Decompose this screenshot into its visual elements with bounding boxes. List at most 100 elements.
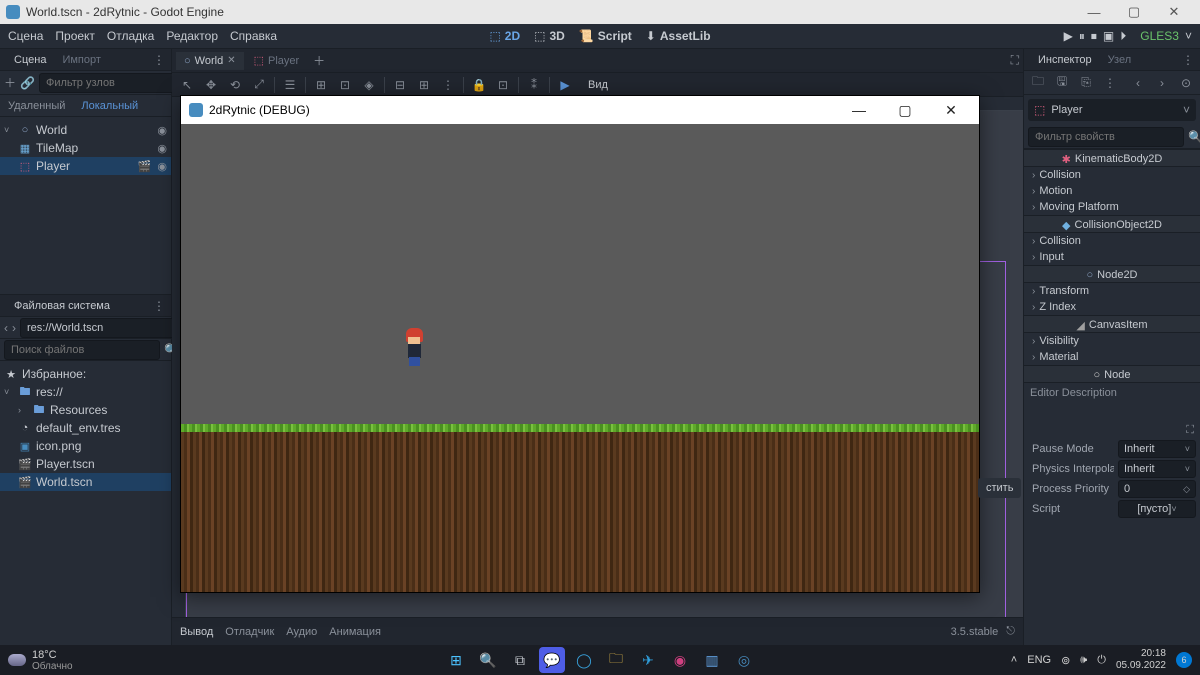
start-button[interactable]: ⊞ xyxy=(443,647,469,673)
node-selector[interactable]: ⬚ Player ˅ xyxy=(1028,99,1196,121)
close-button[interactable]: ✕ xyxy=(1154,4,1194,20)
visibility-icon[interactable]: ◉ xyxy=(157,124,167,137)
manage-templates-icon[interactable]: ⎋ xyxy=(1006,625,1015,638)
class-collisionobject2d[interactable]: ◆CollisionObject2D xyxy=(1024,215,1200,233)
tab-output[interactable]: Вывод xyxy=(180,626,213,638)
tab-debugger[interactable]: Отладчик xyxy=(225,626,274,638)
folder-resources[interactable]: ›🖿Resources xyxy=(0,401,171,419)
pause-button[interactable]: ⏸ xyxy=(1079,29,1085,44)
play-scene-button[interactable]: ▣ xyxy=(1103,29,1114,43)
group-zindex[interactable]: Z Index xyxy=(1024,299,1200,315)
play-custom-button[interactable]: ⏵ xyxy=(1120,29,1126,44)
group-icon[interactable]: ⊡ xyxy=(494,76,512,94)
explorer-icon[interactable]: 🗀 xyxy=(603,647,629,673)
tab-import[interactable]: Импорт xyxy=(54,51,108,69)
override-camera-icon[interactable]: ▶ xyxy=(556,76,574,94)
inspector-more-icon[interactable]: ⋮ xyxy=(1182,53,1194,67)
folder-root[interactable]: ˅🖿res:// xyxy=(0,383,171,401)
battery-icon[interactable]: ⏻ xyxy=(1097,654,1106,667)
add-tab-button[interactable]: ＋ xyxy=(309,51,329,71)
group-collision[interactable]: Collision xyxy=(1024,167,1200,183)
maximize-button[interactable]: ▢ xyxy=(1114,4,1154,20)
rotate-tool-icon[interactable]: ⟲ xyxy=(226,76,244,94)
renderer-dropdown-icon[interactable]: ˅ xyxy=(1185,29,1192,43)
copy-icon[interactable]: ⎘ xyxy=(1076,73,1096,93)
godot-taskbar-icon[interactable]: ◎ xyxy=(731,647,757,673)
workspace-2d[interactable]: ⬚ 2D xyxy=(489,29,520,43)
media-icon[interactable]: ◉ xyxy=(667,647,693,673)
stop-button[interactable]: ⏹ xyxy=(1091,29,1097,44)
group-motion[interactable]: Motion xyxy=(1024,183,1200,199)
game-window[interactable]: 2dRytnic (DEBUG) — ▢ ✕ xyxy=(180,95,980,593)
ruler-icon[interactable]: ⊟ xyxy=(391,76,409,94)
bone-icon[interactable]: ⁑ xyxy=(525,76,543,94)
scene-panel-more-icon[interactable]: ⋮ xyxy=(153,53,165,67)
group-collision[interactable]: Collision xyxy=(1024,233,1200,249)
add-node-button[interactable]: ＋ xyxy=(4,73,16,93)
class-kinematicbody2d[interactable]: ✱KinematicBody2D xyxy=(1024,149,1200,167)
workspace-3d[interactable]: ⬚ 3D xyxy=(534,29,565,43)
app-icon[interactable]: ▥ xyxy=(699,647,725,673)
view-menu[interactable]: Вид xyxy=(588,79,608,91)
volume-icon[interactable]: 🕪 xyxy=(1080,654,1087,667)
group-transform[interactable]: Transform xyxy=(1024,283,1200,299)
nav-fwd-button[interactable]: › xyxy=(12,318,16,338)
filesystem-more-icon[interactable]: ⋮ xyxy=(153,299,165,313)
taskbar-weather[interactable]: 18°CОблачно xyxy=(8,649,73,672)
node-player[interactable]: ⬚ Player 🎬 ◉ xyxy=(0,157,171,175)
language-indicator[interactable]: ENG xyxy=(1027,654,1051,666)
snap-tool-icon[interactable]: ⊞ xyxy=(312,76,330,94)
tray-chevron-icon[interactable]: ˄ xyxy=(1011,654,1017,666)
tab-scene[interactable]: Сцена xyxy=(6,51,54,69)
menu-help[interactable]: Справка xyxy=(230,29,277,43)
game-viewport[interactable] xyxy=(181,124,979,592)
menu-editor[interactable]: Редактор xyxy=(166,29,218,43)
clock[interactable]: 20:1805.09.2022 xyxy=(1116,648,1166,672)
workspace-assetlib[interactable]: ⬇ AssetLib xyxy=(646,29,711,43)
group-moving-platform[interactable]: Moving Platform xyxy=(1024,199,1200,215)
visibility-icon[interactable]: ◉ xyxy=(157,160,167,173)
history-icon[interactable]: ⋮ xyxy=(1100,73,1120,93)
file-search-input[interactable] xyxy=(4,340,160,360)
snap-config-icon[interactable]: ⊡ xyxy=(336,76,354,94)
property-filter-input[interactable] xyxy=(1028,127,1184,147)
list-tool-icon[interactable]: ☰ xyxy=(281,76,299,94)
path-input[interactable] xyxy=(20,318,176,338)
instance-button[interactable]: 🔗 xyxy=(20,73,35,93)
chat-icon[interactable]: 💬 xyxy=(539,647,565,673)
group-visibility[interactable]: Visibility xyxy=(1024,333,1200,349)
snap-menu-icon[interactable]: ⋮ xyxy=(439,76,457,94)
group-material[interactable]: Material xyxy=(1024,349,1200,365)
lock-icon[interactable]: 🔒 xyxy=(470,76,488,94)
renderer-label[interactable]: GLES3 xyxy=(1140,29,1179,43)
game-minimize-button[interactable]: — xyxy=(839,102,879,118)
tab-audio[interactable]: Аудио xyxy=(286,626,317,638)
workspace-script[interactable]: 📜 Script xyxy=(579,29,632,43)
menu-scene[interactable]: Сцена xyxy=(8,29,43,43)
play-button[interactable]: ▶ xyxy=(1064,29,1073,43)
class-node[interactable]: ○Node xyxy=(1024,365,1200,383)
task-view-button[interactable]: ⧉ xyxy=(507,647,533,673)
open-resource-icon[interactable]: 🗀 xyxy=(1028,73,1048,93)
save-resource-icon[interactable]: 🖫 xyxy=(1052,73,1072,93)
tab-world[interactable]: ○World✕ xyxy=(176,52,244,70)
node-tilemap[interactable]: ▦ TileMap ◉ xyxy=(0,139,171,157)
expand-icon[interactable]: ⛶ xyxy=(1186,424,1194,437)
move-tool-icon[interactable]: ✥ xyxy=(202,76,220,94)
minimize-button[interactable]: — xyxy=(1074,5,1114,20)
file-env[interactable]: ◔default_env.tres xyxy=(0,419,171,437)
search-button[interactable]: 🔍 xyxy=(475,647,501,673)
telegram-icon[interactable]: ✈ xyxy=(635,647,661,673)
tab-player[interactable]: ⬚Player xyxy=(246,51,308,70)
smart-snap-icon[interactable]: ◈ xyxy=(360,76,378,94)
tab-animation[interactable]: Анимация xyxy=(329,626,381,638)
group-input[interactable]: Input xyxy=(1024,249,1200,265)
nav-back-icon[interactable]: ‹ xyxy=(1128,73,1148,93)
file-icon[interactable]: ▣icon.png xyxy=(0,437,171,455)
edge-icon[interactable]: ◯ xyxy=(571,647,597,673)
class-canvasitem[interactable]: ◢CanvasItem xyxy=(1024,315,1200,333)
file-world-scene[interactable]: 🎬World.tscn xyxy=(0,473,171,491)
notification-badge[interactable]: 6 xyxy=(1176,652,1192,668)
favorites-label[interactable]: ★Избранное: xyxy=(0,365,171,383)
open-scene-icon[interactable]: 🎬 xyxy=(138,160,152,173)
